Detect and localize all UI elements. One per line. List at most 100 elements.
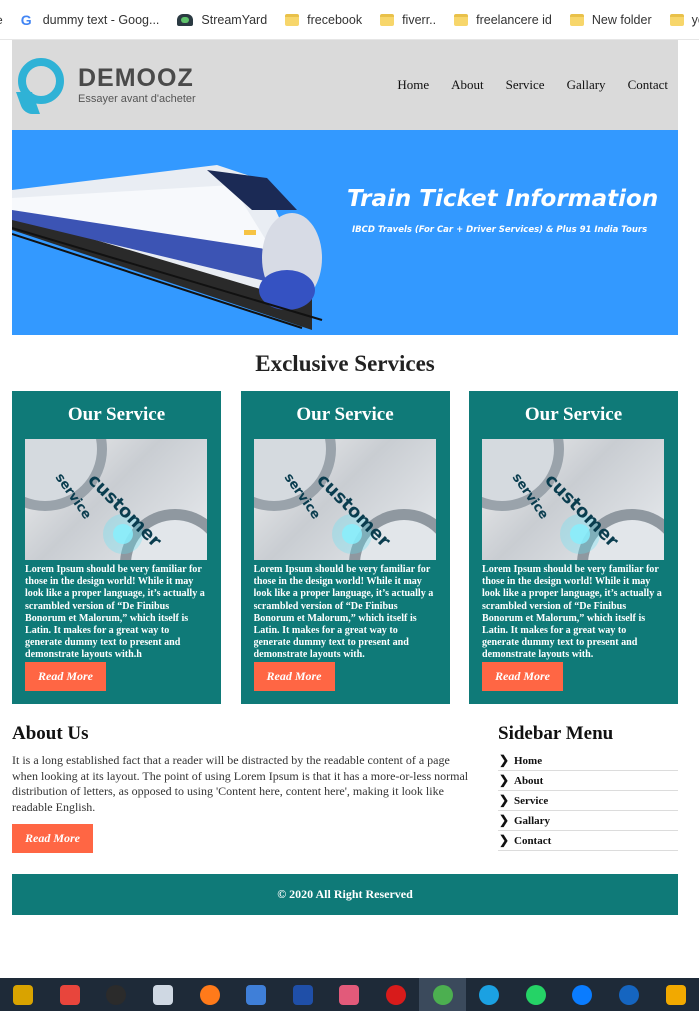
brand-tagline: Essayer avant d'acheter [78,93,196,105]
about-read-more-button[interactable]: Read More [12,824,93,853]
paint-icon [339,984,360,1005]
site-header: DEMOOZ Essayer avant d'acheter Home Abou… [12,40,678,130]
taskbar-app-icon[interactable] [652,978,699,1011]
opera-icon [386,984,407,1005]
logo[interactable]: DEMOOZ Essayer avant d'acheter [15,56,196,114]
sidebar-item-home[interactable]: ❯ Home [498,751,678,771]
copyright-text: © 2020 All Right Reserved [277,887,413,901]
chevron-right-icon: ❯ [498,833,510,847]
bookmark-label: frecebook [307,12,363,27]
about-heading: About Us [12,723,89,744]
website: DEMOOZ Essayer avant d'acheter Home Abou… [12,40,678,915]
bookmark-folder[interactable]: yout [669,13,699,27]
bookmark-label: dummy text - Goog... [42,12,160,27]
nav-home[interactable]: Home [397,77,429,93]
chrome-icon [432,984,453,1005]
mail-icon [246,984,267,1005]
box-icon [153,984,174,1005]
bookmark-label: StreamYard [201,12,268,27]
bookmark-streamyard[interactable]: StreamYard [177,13,267,27]
sidebar-item-contact[interactable]: ❯ Contact [498,831,678,851]
taskbar [0,978,699,1011]
bookmark-label: New folder [591,12,652,27]
taskbar-opera-icon[interactable] [373,978,420,1011]
content-row: About Us It is a long established fact t… [12,723,678,853]
folder-icon [669,13,684,26]
folder-icon [454,13,469,26]
read-more-button[interactable]: Read More [25,662,106,691]
taskbar-obs-icon[interactable] [93,978,140,1011]
nav-gallary[interactable]: Gallary [567,77,606,93]
read-more-button[interactable]: Read More [253,662,335,691]
card-title: Our Service [296,404,394,425]
location-pin-icon [15,56,64,114]
folder-icon [569,13,584,26]
brand-name: DEMOOZ [78,64,194,92]
customer-service-image: customer service [25,439,207,560]
taskbar-paint-icon[interactable] [326,978,373,1011]
taskbar-imo-icon[interactable] [606,978,653,1011]
taskbar-git-icon[interactable] [47,978,94,1011]
services-heading: Exclusive Services [255,351,435,376]
chevron-right-icon: ❯ [498,773,510,787]
app-icon [665,984,686,1005]
taskbar-whatsapp-icon[interactable] [513,978,560,1011]
bookmarks-bar: e G dummy text - Goog... StreamYard frec… [0,0,699,40]
sidebar-item-label: About [514,774,544,787]
card-text: Lorem Ipsum should be very familiar for … [253,564,434,661]
nav-contact[interactable]: Contact [628,77,668,93]
bookmark-folder[interactable]: frecebook [285,13,362,27]
about-section: About Us It is a long established fact t… [12,723,474,853]
bookmark-google[interactable]: G dummy text - Goog... [21,12,160,28]
sidebar-item-label: Home [514,754,543,767]
obs-icon [106,984,127,1005]
service-cards: Our Service customer service Lorem Ipsum… [12,391,678,704]
chevron-right-icon: ❯ [498,793,510,807]
main-nav: Home About Service Gallary Contact [397,77,668,93]
service-card: Our Service customer service Lorem Ipsum… [12,391,221,704]
taskbar-chrome-icon[interactable] [419,978,466,1011]
bookmark-edge[interactable]: e [0,13,3,27]
sidebar-item-about[interactable]: ❯ About [498,771,678,791]
service-card: Our Service customer service Lorem Ipsum… [240,391,450,704]
messenger-icon [572,984,593,1005]
nav-about[interactable]: About [451,77,484,93]
whatsapp-icon [525,984,546,1005]
taskbar-skype-icon[interactable] [466,978,513,1011]
banner-title: Train Ticket Information [347,186,659,212]
taskbar-app-icon[interactable] [0,978,47,1011]
card-title: Our Service [524,404,623,425]
service-card: Our Service customer service Lorem Ipsum… [469,391,678,704]
sidebar-item-label: Service [514,794,549,807]
train-image [12,165,323,330]
hero-banner: Train Ticket Information IBCD Travels (F… [12,130,678,335]
firefox-icon [199,984,220,1005]
sidebar-item-gallary[interactable]: ❯ Gallary [498,811,678,831]
app-icon [13,984,34,1005]
card-text: Lorem Ipsum should be very familiar for … [482,564,662,661]
bookmark-label: fiverr.. [402,12,437,27]
bookmark-label: freelancere id [476,12,552,27]
banner-subtitle: IBCD Travels (For Car + Driver Services)… [352,225,648,235]
customer-service-image: customer service [253,439,436,560]
card-title: Our Service [67,404,166,425]
streamyard-icon [177,13,194,26]
sidebar-item-label: Contact [514,834,552,847]
git-icon [59,984,80,1005]
sidebar-item-label: Gallary [514,814,551,827]
sidebar-item-service[interactable]: ❯ Service [498,791,678,811]
bookmark-folder[interactable]: freelancere id [454,13,552,27]
bookmark-folder[interactable]: fiverr.. [380,13,436,27]
skype-icon [479,984,500,1005]
sidebar-menu: Sidebar Menu ❯ Home ❯ About ❯ Service ❯ … [498,723,678,853]
bookmark-folder[interactable]: New folder [569,12,652,27]
google-icon: G [20,11,32,28]
read-more-button[interactable]: Read More [482,662,563,691]
taskbar-app-icon[interactable] [280,978,327,1011]
taskbar-firefox-icon[interactable] [186,978,233,1011]
nav-service[interactable]: Service [506,77,545,93]
taskbar-mail-icon[interactable] [233,978,280,1011]
taskbar-messenger-icon[interactable] [559,978,606,1011]
taskbar-box-icon[interactable] [140,978,187,1011]
folder-icon [380,13,395,26]
